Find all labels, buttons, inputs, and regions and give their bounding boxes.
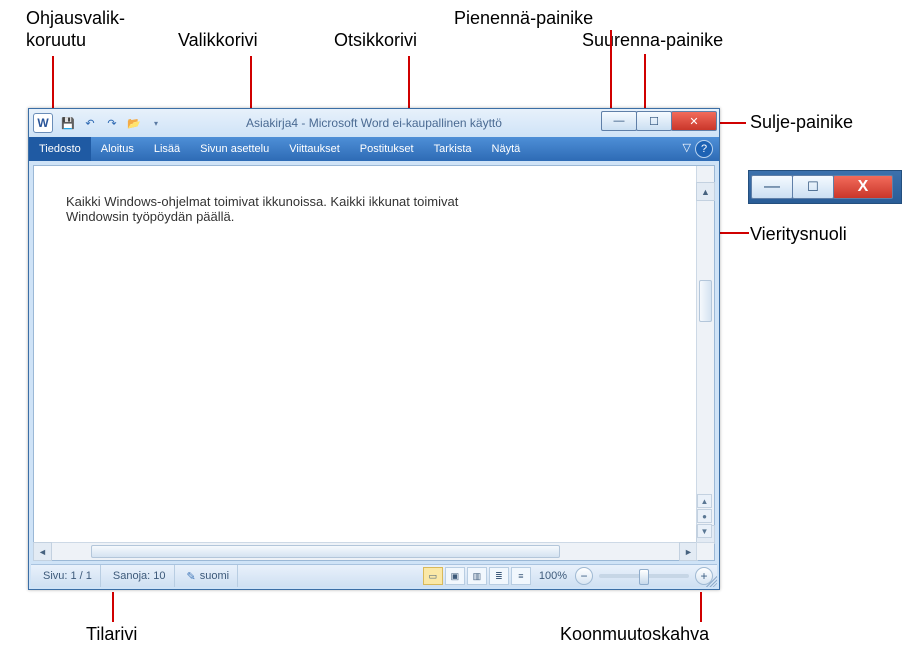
qat-dropdown-icon[interactable]: ▾ bbox=[148, 115, 164, 131]
closeup-minimize-button[interactable]: — bbox=[751, 175, 793, 199]
horizontal-scroll-track[interactable] bbox=[51, 543, 680, 560]
minimize-button[interactable]: — bbox=[601, 111, 637, 131]
proofing-icon: ✎ bbox=[187, 570, 196, 583]
open-icon[interactable]: 📂 bbox=[126, 115, 142, 131]
tab-viittaukset[interactable]: Viittaukset bbox=[279, 137, 350, 161]
zoom-slider-handle[interactable] bbox=[639, 569, 649, 585]
window-buttons: — ☐ ✕ bbox=[602, 111, 717, 131]
scroll-left-arrow-icon[interactable]: ◄ bbox=[33, 542, 52, 561]
view-fullscreen-icon[interactable]: ▣ bbox=[445, 567, 465, 585]
undo-icon[interactable]: ↶ bbox=[82, 115, 98, 131]
document-area: ▤ Kaikki Windows-ohjelmat toimivat ikkun… bbox=[33, 165, 715, 561]
save-icon[interactable]: 💾 bbox=[60, 115, 76, 131]
document-content[interactable]: Kaikki Windows-ohjelmat toimivat ikkunoi… bbox=[34, 166, 714, 560]
label-maximize: Suurenna-painike bbox=[582, 30, 723, 52]
tab-postitukset[interactable]: Postitukset bbox=[350, 137, 424, 161]
status-page[interactable]: Sivu: 1 / 1 bbox=[35, 565, 101, 587]
status-words[interactable]: Sanoja: 10 bbox=[105, 565, 175, 587]
tab-tiedosto[interactable]: Tiedosto bbox=[29, 137, 91, 161]
pointer bbox=[610, 30, 612, 118]
document-line: Kaikki Windows-ohjelmat toimivat ikkunoi… bbox=[66, 194, 674, 209]
redo-icon[interactable]: ↷ bbox=[104, 115, 120, 131]
label-statusbar: Tilarivi bbox=[86, 624, 137, 646]
control-menu-box[interactable]: W bbox=[33, 113, 53, 133]
label-control-box: Ohjausvalik- koruutu bbox=[26, 8, 125, 51]
view-web-icon[interactable]: ▥ bbox=[467, 567, 487, 585]
label-close: Sulje-painike bbox=[750, 112, 853, 134]
zoom-out-button[interactable]: − bbox=[575, 567, 593, 585]
scroll-corner bbox=[696, 542, 714, 560]
horizontal-scroll-thumb[interactable] bbox=[91, 545, 560, 558]
maximize-button[interactable]: ☐ bbox=[636, 111, 672, 131]
tab-lisaa[interactable]: Lisää bbox=[144, 137, 190, 161]
browse-object-icon[interactable]: ● bbox=[697, 509, 712, 523]
label-titlebar: Otsikkorivi bbox=[334, 30, 417, 52]
pointer bbox=[700, 592, 702, 622]
tab-sivun-asettelu[interactable]: Sivun asettelu bbox=[190, 137, 279, 161]
tab-aloitus[interactable]: Aloitus bbox=[91, 137, 144, 161]
tab-tarkista[interactable]: Tarkista bbox=[424, 137, 482, 161]
prev-page-icon[interactable]: ▲ bbox=[697, 494, 712, 508]
window-buttons-closeup: — ☐ X bbox=[748, 170, 902, 204]
vertical-scroll-thumb[interactable] bbox=[699, 280, 712, 322]
tab-nayta[interactable]: Näytä bbox=[482, 137, 531, 161]
close-button[interactable]: ✕ bbox=[671, 111, 717, 131]
status-language-text: suomi bbox=[200, 570, 229, 582]
pointer bbox=[52, 56, 54, 116]
size-grip[interactable] bbox=[703, 573, 717, 587]
statusbar: Sivu: 1 / 1 Sanoja: 10 ✎ suomi ▭ ▣ ▥ ≣ ≡… bbox=[31, 564, 717, 587]
closeup-maximize-button[interactable]: ☐ bbox=[792, 175, 834, 199]
next-page-icon[interactable]: ▼ bbox=[697, 524, 712, 538]
help-button[interactable]: ? bbox=[695, 140, 713, 158]
view-draft-icon[interactable]: ≡ bbox=[511, 567, 531, 585]
titlebar[interactable]: W 💾 ↶ ↷ 📂 ▾ Asiakirja4 - Microsoft Word … bbox=[29, 109, 719, 137]
view-outline-icon[interactable]: ≣ bbox=[489, 567, 509, 585]
zoom-level[interactable]: 100% bbox=[539, 570, 567, 582]
menubar: Tiedosto Aloitus Lisää Sivun asettelu Vi… bbox=[29, 137, 719, 161]
word-window: W 💾 ↶ ↷ 📂 ▾ Asiakirja4 - Microsoft Word … bbox=[28, 108, 720, 590]
status-right: ▭ ▣ ▥ ≣ ≡ 100% − + bbox=[423, 567, 713, 585]
label-minimize: Pienennä-painike bbox=[454, 8, 593, 30]
status-language[interactable]: ✎ suomi bbox=[179, 565, 239, 587]
label-scroll-arrow: Vieritysnuoli bbox=[750, 224, 847, 246]
view-print-layout-icon[interactable]: ▭ bbox=[423, 567, 443, 585]
pointer bbox=[112, 592, 114, 622]
browse-object-buttons: ▲ ● ▼ bbox=[697, 494, 712, 538]
label-size-grip: Koonmuutoskahva bbox=[560, 624, 709, 646]
closeup-close-button[interactable]: X bbox=[833, 175, 893, 199]
zoom-slider[interactable] bbox=[599, 574, 689, 578]
ribbon-expand-icon[interactable]: ▽ bbox=[683, 141, 691, 154]
scroll-up-arrow-icon[interactable]: ▲ bbox=[696, 182, 715, 201]
label-menubar: Valikkorivi bbox=[178, 30, 258, 52]
horizontal-scrollbar[interactable]: ◄ ► bbox=[34, 542, 697, 560]
vertical-scrollbar[interactable]: ▲ ▼ bbox=[696, 166, 714, 543]
document-line: Windowsin työpöydän päällä. bbox=[66, 209, 674, 224]
